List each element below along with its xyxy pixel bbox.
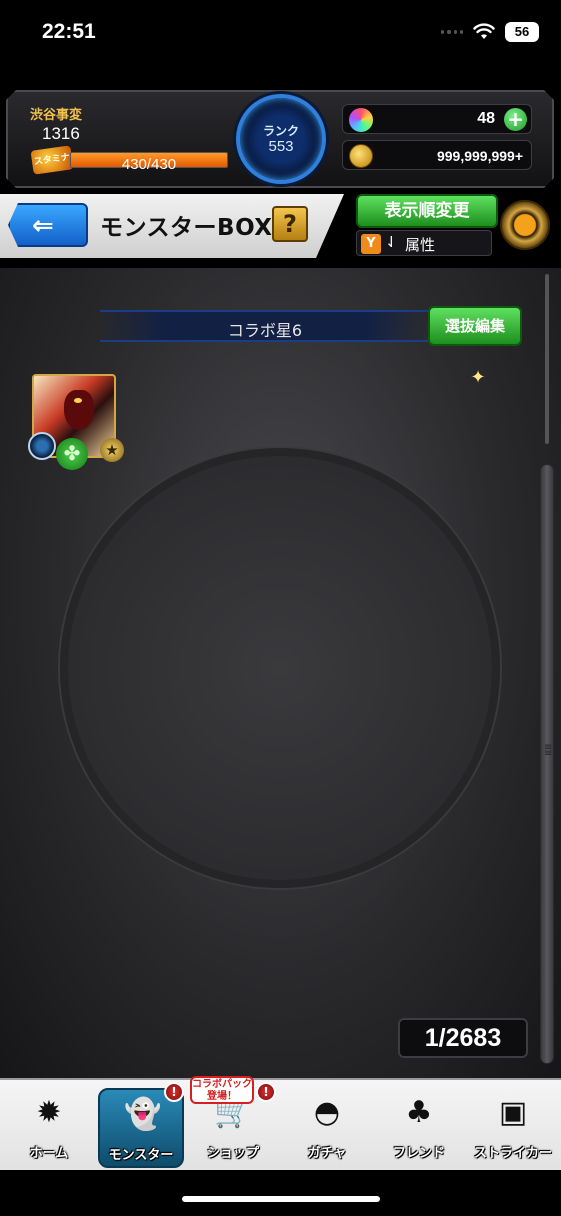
- element-sun-icon[interactable]: [500, 200, 550, 250]
- scroll-thumb[interactable]: ≡ ≡: [540, 464, 554, 1064]
- wifi-icon: [473, 23, 495, 39]
- page-counter: 1/2683: [398, 1018, 528, 1058]
- element-icon: [28, 432, 56, 460]
- back-button[interactable]: ⇐: [8, 203, 88, 247]
- rank-badge[interactable]: ランク 553: [236, 94, 326, 184]
- add-gems-button[interactable]: +: [504, 108, 527, 131]
- monster-icon: 👻: [124, 1097, 162, 1132]
- scroll-grip-icon: ≡ ≡: [544, 742, 553, 759]
- nav-monster-label: モンスター: [108, 1148, 174, 1163]
- section-title: コラボ星6: [227, 321, 303, 340]
- gold-value: 999,999,999+: [436, 148, 523, 164]
- home-indicator[interactable]: [182, 1196, 380, 1202]
- notification-badge-icon: !: [256, 1082, 276, 1102]
- nav-friends-label: フレンド: [392, 1146, 445, 1161]
- wolf-emblem-icon: [60, 448, 500, 888]
- status-bar: 22:51 56: [0, 0, 561, 70]
- help-button[interactable]: ?: [272, 206, 308, 242]
- player-name: 渋谷事変: [30, 108, 83, 123]
- status-right: 56: [441, 22, 539, 42]
- nav-friends[interactable]: ♣ フレンド: [376, 1088, 462, 1168]
- nav-home-label: ホーム: [29, 1146, 69, 1161]
- sort-order-button[interactable]: 表示順変更: [356, 194, 498, 228]
- rank-value: 553: [268, 138, 294, 155]
- home-icon: ✹: [36, 1095, 62, 1130]
- notification-badge-icon: !: [164, 1082, 184, 1102]
- striker-card-icon: ▣: [498, 1095, 528, 1130]
- luck-clover-icon: ✤: [56, 438, 88, 470]
- monster-portrait: [64, 390, 94, 430]
- nav-shop-label: ショップ: [206, 1146, 259, 1161]
- monster-eye: [74, 398, 82, 403]
- page-title: モンスターBOX: [100, 215, 273, 241]
- filter-label: 属性: [405, 236, 436, 254]
- nav-gacha[interactable]: ◓ ガチャ: [284, 1088, 370, 1168]
- nav-gacha-label: ガチャ: [307, 1146, 347, 1161]
- select-edit-button[interactable]: 選抜編集: [428, 306, 522, 346]
- sort-direction-icon: ⇃: [385, 233, 398, 251]
- coin-icon: [349, 144, 373, 168]
- sparkle-icon: ✦: [470, 367, 486, 388]
- player-header: 渋谷事変 1316 スタミナ 430/430 ランク 553 48 + 999,…: [6, 90, 554, 188]
- orb-icon: [349, 108, 373, 132]
- battery-indicator: 56: [505, 22, 539, 42]
- gacha-icon: ◓: [313, 1095, 341, 1130]
- friends-icon: ♣: [405, 1095, 433, 1130]
- nav-striker-label: ストライカー: [473, 1146, 552, 1161]
- filter-sort-row[interactable]: Y ⇃ 属性: [356, 230, 492, 256]
- player-level: 1316: [42, 124, 80, 143]
- stamina-value: 430/430: [121, 156, 177, 173]
- status-time: 22:51: [42, 20, 96, 43]
- scrollbar[interactable]: ≡ ≡: [540, 274, 554, 1064]
- gem-value: 48: [477, 110, 495, 127]
- filter-icon: Y: [361, 234, 381, 254]
- section-header: コラボ星6: [100, 310, 430, 342]
- rank-label: ランク: [262, 124, 299, 138]
- scroll-track: [545, 274, 549, 444]
- nav-home[interactable]: ✹ ホーム: [6, 1088, 92, 1168]
- star-icon: ★: [100, 438, 124, 462]
- gold-counter: 999,999,999+: [342, 140, 532, 170]
- signal-icon: [441, 28, 463, 36]
- nav-striker[interactable]: ▣ ストライカー: [470, 1088, 556, 1168]
- home-indicator-strip: [0, 1170, 561, 1216]
- gem-counter: 48 +: [342, 104, 532, 134]
- monster-box-area[interactable]: コラボ星6 選抜編集 ✤ ★ ✦ ≡ ≡ 1/2683: [0, 268, 561, 1078]
- collab-pack-bubble[interactable]: コラボパック 登場！: [190, 1076, 254, 1104]
- back-arrow-icon: ⇐: [32, 211, 54, 241]
